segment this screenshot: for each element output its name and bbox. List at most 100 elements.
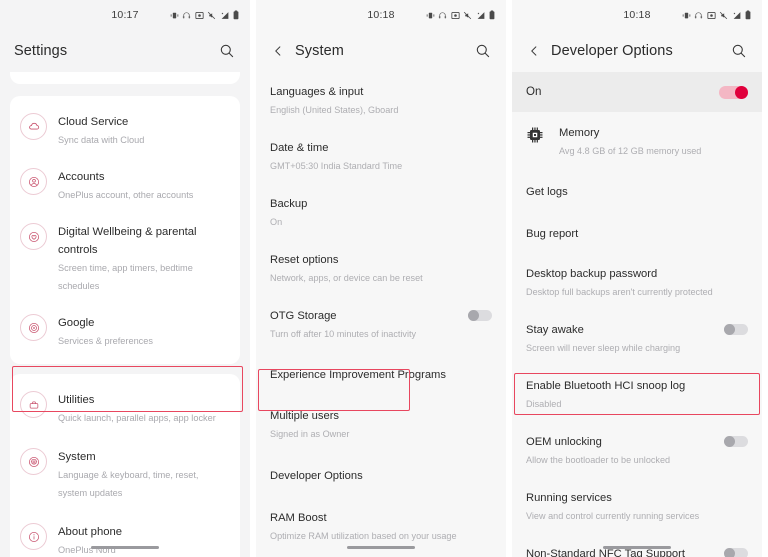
sidebar-item-developer-options[interactable]: Developer Options: [256, 452, 506, 498]
settings-card-accounts: Cloud Service Sync data with Cloud Accou…: [10, 96, 240, 364]
panel-developer-options: 10:18 Developer Options On Memory Avg 4.…: [512, 0, 762, 557]
mute-icon: [463, 11, 472, 20]
list-item-title: Enable Bluetooth HCI snoop log: [526, 380, 686, 392]
toggle-knob: [724, 436, 735, 447]
list-item-subtitle: GMT+05:30 India Standard Time: [270, 161, 403, 171]
sidebar-item-system[interactable]: System Language & keyboard, time, reset,…: [10, 435, 240, 512]
master-toggle[interactable]: [719, 85, 748, 99]
list-item-title: Memory: [559, 127, 600, 139]
mute-icon: [207, 11, 216, 20]
list-item[interactable]: Desktop backup password Desktop full back…: [512, 254, 762, 310]
list-item[interactable]: Backup On: [256, 184, 506, 240]
vibrate-icon: [426, 11, 435, 20]
search-icon[interactable]: [728, 40, 750, 62]
list-item-title: Running services: [526, 492, 612, 504]
list-item-title: Non-Standard NFC Tag Support: [526, 548, 685, 557]
battery-icon: [745, 10, 751, 20]
list-item[interactable]: Utilities Quick launch, parallel apps, a…: [10, 380, 240, 435]
list-item-subtitle: Optimize RAM utilization based on your u…: [270, 531, 457, 541]
list-item[interactable]: Languages & input English (United States)…: [256, 72, 506, 128]
developer-options-master-row[interactable]: On: [512, 72, 762, 112]
oem-unlocking-toggle[interactable]: [724, 436, 748, 447]
settings-list[interactable]: Cloud Service Sync data with Cloud Accou…: [0, 72, 250, 557]
vibrate-icon: [682, 11, 691, 20]
list-item-title: Reset options: [270, 254, 339, 266]
signal-icon: [476, 11, 486, 20]
list-item-title: Date & time: [270, 142, 329, 154]
app-bar-system: System: [256, 30, 506, 72]
list-item-title: Backup: [270, 198, 308, 210]
developer-options-list[interactable]: On Memory Avg 4.8 GB of 12 GB memory use…: [512, 72, 762, 557]
list-item-title: Multiple users: [270, 410, 340, 422]
list-item-subtitle: Network, apps, or device can be reset: [270, 273, 423, 283]
list-item[interactable]: Multiple users Signed in as Owner: [256, 396, 506, 452]
list-item[interactable]: Reset options Network, apps, or device ca…: [256, 240, 506, 296]
stay-awake-toggle[interactable]: [724, 324, 748, 335]
screenshot-icon: [706, 11, 716, 20]
system-list[interactable]: Languages & input English (United States)…: [256, 72, 506, 557]
list-item-title: Google: [58, 317, 95, 329]
page-title: System: [295, 43, 344, 59]
list-item-subtitle: Signed in as Owner: [270, 429, 350, 439]
list-item[interactable]: Get logs: [512, 170, 762, 212]
gear-icon: [20, 448, 47, 475]
status-bar-system: 10:18: [256, 0, 506, 30]
status-icons: [170, 0, 240, 30]
list-item[interactable]: Google Services & preferences: [10, 303, 240, 358]
list-item[interactable]: Running services View and control current…: [512, 478, 762, 534]
list-item[interactable]: Date & time GMT+05:30 India Standard Time: [256, 128, 506, 184]
list-item-title: Experience Improvement Programs: [270, 369, 446, 381]
search-icon[interactable]: [216, 40, 238, 62]
headset-icon: [182, 11, 191, 20]
back-icon[interactable]: [526, 43, 542, 59]
list-item-title: Stay awake: [526, 324, 584, 336]
info-icon: [20, 523, 47, 550]
list-item-title: System: [58, 451, 96, 463]
list-item[interactable]: Cloud Service Sync data with Cloud: [10, 102, 240, 157]
screenshot-triptych: 10:17 Settings Cloud Service Sync data w…: [0, 0, 768, 557]
list-item-memory[interactable]: Memory Avg 4.8 GB of 12 GB memory used: [512, 112, 762, 170]
list-item[interactable]: Bug report: [512, 212, 762, 254]
master-toggle-label: On: [526, 85, 542, 98]
otg-storage-toggle[interactable]: [468, 310, 492, 321]
list-item-subtitle: Screen time, app timers, bedtime schedul…: [58, 263, 193, 291]
google-icon: [20, 314, 47, 341]
search-icon[interactable]: [472, 40, 494, 62]
screenshot-icon: [194, 11, 204, 20]
list-item-subtitle: Avg 4.8 GB of 12 GB memory used: [559, 146, 702, 156]
chip-icon: [525, 125, 545, 150]
app-bar-developer: Developer Options: [512, 30, 762, 72]
gesture-bar: [91, 546, 159, 549]
list-item-oem-unlocking[interactable]: OEM unlocking Allow the bootloader to be …: [512, 422, 762, 478]
list-item[interactable]: Stay awake Screen will never sleep while …: [512, 310, 762, 366]
list-item[interactable]: Enable Bluetooth HCI snoop log Disabled: [512, 366, 762, 422]
list-item-subtitle: View and control currently running servi…: [526, 511, 700, 521]
list-item-subtitle: Quick launch, parallel apps, app locker: [58, 413, 216, 423]
list-item-subtitle: English (United States), Gboard: [270, 105, 399, 115]
back-icon[interactable]: [270, 43, 286, 59]
list-item-title: About phone: [58, 526, 123, 538]
page-title: Settings: [14, 43, 68, 59]
list-item-subtitle: OnePlus account, other accounts: [58, 190, 194, 200]
list-item[interactable]: Digital Wellbeing & parental controls Sc…: [10, 212, 240, 303]
signal-icon: [220, 11, 230, 20]
status-clock: 10:18: [367, 9, 395, 21]
status-icons: [426, 0, 496, 30]
list-item-subtitle: Allow the bootloader to be unlocked: [526, 455, 671, 465]
list-item-subtitle: Desktop full backups aren't currently pr…: [526, 287, 713, 297]
list-item-title: Accounts: [58, 171, 105, 183]
list-item[interactable]: Experience Improvement Programs: [256, 352, 506, 396]
status-clock: 10:18: [623, 9, 651, 21]
settings-card-system: Utilities Quick launch, parallel apps, a…: [10, 374, 240, 557]
toggle-knob: [724, 548, 735, 557]
nfc-tag-support-toggle[interactable]: [724, 548, 748, 557]
headset-icon: [438, 11, 447, 20]
list-item[interactable]: Accounts OnePlus account, other accounts: [10, 157, 240, 212]
toggle-knob: [468, 310, 479, 321]
list-item-subtitle: Screen will never sleep while charging: [526, 343, 681, 353]
list-item[interactable]: OTG Storage Turn off after 10 minutes of …: [256, 296, 506, 352]
gesture-bar: [603, 546, 671, 549]
list-item-subtitle: Sync data with Cloud: [58, 135, 145, 145]
list-item-title: RAM Boost: [270, 512, 327, 524]
list-item[interactable]: About phone OnePlus Nord: [10, 512, 240, 557]
